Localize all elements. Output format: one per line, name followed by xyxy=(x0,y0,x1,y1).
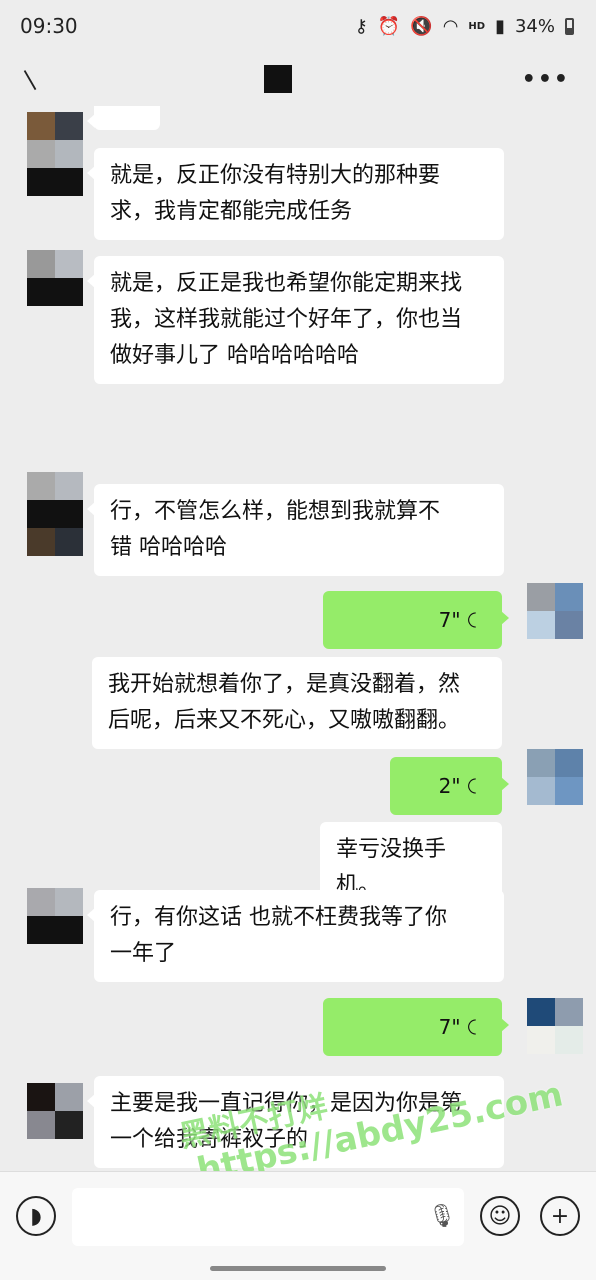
avatar[interactable] xyxy=(527,583,583,639)
home-indicator[interactable] xyxy=(210,1266,386,1271)
voice-message[interactable]: 2" ◡ xyxy=(390,757,509,815)
key-icon: ⚷ xyxy=(354,15,368,37)
input-bar: ◗ 🎙 ☺ + xyxy=(0,1171,596,1280)
more-options-icon[interactable]: ••• xyxy=(522,67,570,92)
message-bubble[interactable]: 行，有你这话 也就不枉费我等了你 一年了 xyxy=(87,890,504,982)
avatar[interactable] xyxy=(527,749,583,805)
status-time: 09:30 xyxy=(20,14,78,38)
voice-message[interactable]: 7" ◡ xyxy=(323,998,509,1056)
message-input[interactable] xyxy=(72,1188,464,1246)
mute-icon: 🔇 xyxy=(410,15,433,37)
message-bubble[interactable]: 就是，反正你没有特别大的那种要 求，我肯定都能完成任务 xyxy=(87,148,504,240)
voice-duration: 7" xyxy=(438,608,461,632)
voice-wave-icon: ◡ xyxy=(465,1018,490,1036)
message-bubble[interactable]: 就是，反正是我也希望你能定期来找 我，这样我就能过个好年了，你也当 做好事儿了 … xyxy=(87,256,504,384)
voice-mode-icon[interactable]: ◗ xyxy=(16,1196,56,1236)
avatar[interactable] xyxy=(27,250,83,306)
avatar[interactable] xyxy=(27,112,83,196)
avatar[interactable] xyxy=(27,1083,83,1139)
voice-wave-icon: ◡ xyxy=(465,777,490,795)
avatar[interactable] xyxy=(27,888,83,944)
voice-duration: 2" xyxy=(438,774,461,798)
message-bubble[interactable]: 我开始就想着你了，是真没翻着，然 后呢，后来又不死心，又嗷嗷翻翻。 xyxy=(92,657,502,749)
voice-wave-icon: ◡ xyxy=(465,611,490,629)
battery-percent: 34% xyxy=(514,15,555,37)
voice-duration: 7" xyxy=(438,1015,461,1039)
battery-icon xyxy=(565,17,574,35)
mic-icon[interactable]: 🎙 xyxy=(428,1204,456,1229)
emoji-icon[interactable]: ☺ xyxy=(480,1196,520,1236)
voice-message[interactable]: 7" ◡ xyxy=(323,591,509,649)
status-bar: 09:30 ⚷ ⏰ 🔇 ◠ HD ▮ 34% xyxy=(0,0,596,52)
message-bubble[interactable] xyxy=(87,106,160,130)
chat-message-list[interactable]: 就是，反正你没有特别大的那种要 求，我肯定都能完成任务 就是，反正是我也希望你能… xyxy=(0,106,596,1171)
avatar[interactable] xyxy=(27,472,83,556)
message-bubble[interactable]: 行，不管怎么样，能想到我就算不 错 哈哈哈哈 xyxy=(87,484,504,576)
redacted-chat-title xyxy=(263,65,292,93)
wifi-icon: ◠ xyxy=(442,15,459,37)
alarm-icon: ⏰ xyxy=(377,15,401,37)
chat-title-bar: | ••• xyxy=(0,52,596,106)
status-icons: ⚷ ⏰ 🔇 ◠ HD ▮ 34% xyxy=(355,16,574,37)
signal-icon: ▮ xyxy=(495,15,505,37)
hd-icon: HD xyxy=(468,20,486,32)
plus-icon[interactable]: + xyxy=(540,1196,580,1236)
back-icon[interactable]: | xyxy=(20,66,39,91)
